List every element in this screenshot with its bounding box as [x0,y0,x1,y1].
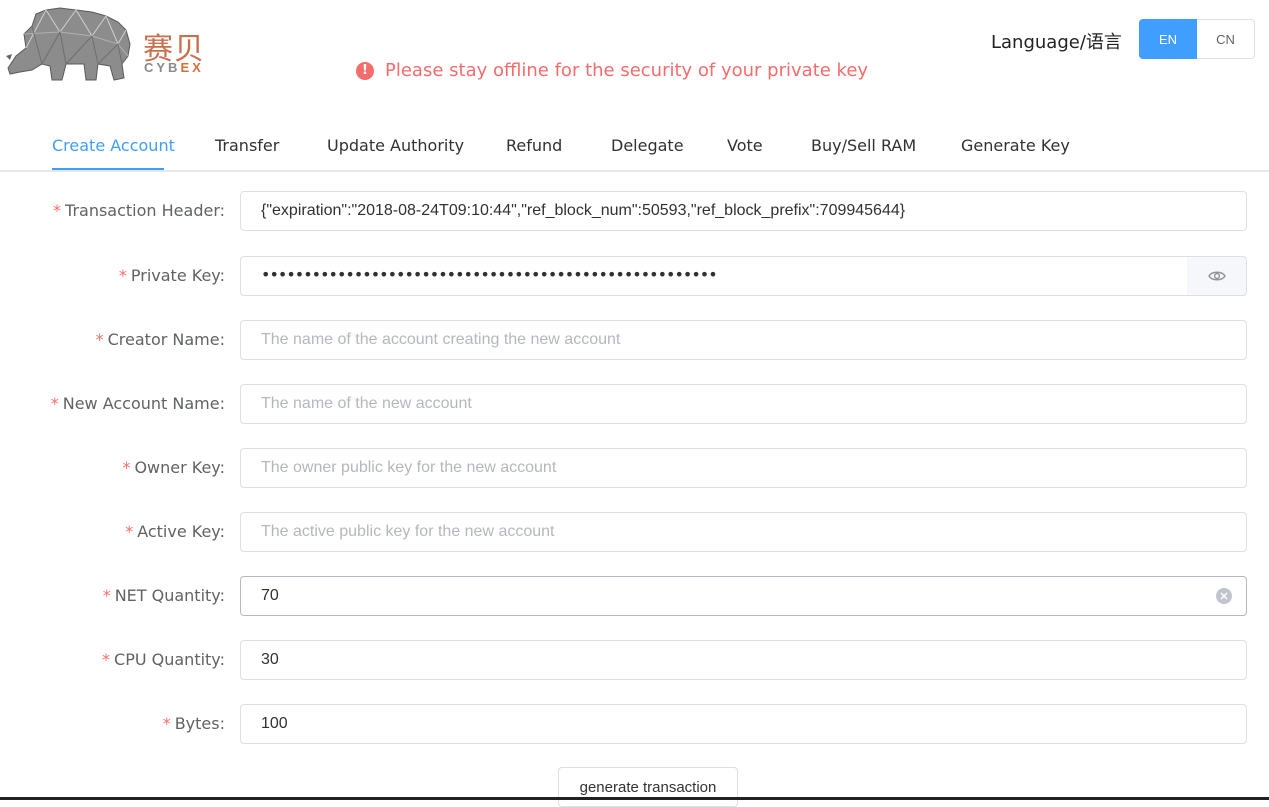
transaction-header-label: * Transaction Header: [53,201,225,220]
cybex-logo: 赛贝 CYBEX [6,4,216,86]
form-row-creator-name: * Creator Name: The name of the account c… [0,320,1269,360]
form-row-transaction-header: * Transaction Header: {"expiration":"2018… [0,191,1269,231]
cpu-quantity-input[interactable]: 30 [240,640,1247,680]
generate-transaction-button[interactable]: generate transaction [558,767,738,807]
form-row-new-account-name: * New Account Name: The name of the new a… [0,384,1269,424]
lang-en-button[interactable]: EN [1139,19,1197,59]
toggle-visibility-button[interactable] [1187,256,1247,296]
form-row-owner-key: * Owner Key: The owner public key for the… [0,448,1269,488]
language-switch: EN CN [1139,19,1255,59]
form-row-cpu-quantity: * CPU Quantity: 30 [0,640,1269,680]
exclamation-circle-icon: ! [356,61,374,80]
new-account-name-input[interactable]: The name of the new account [240,384,1247,424]
tab-generate-key[interactable]: Generate Key [961,136,1070,155]
active-tab-indicator [52,168,164,170]
language-label: Language/语言 [991,32,1122,53]
offline-warning-text: Please stay offline for the security of … [385,60,869,81]
net-quantity-input[interactable]: 70 [240,576,1247,616]
tab-transfer[interactable]: Transfer [215,136,279,155]
form-row-active-key: * Active Key: The active public key for t… [0,512,1269,552]
bytes-label: * Bytes: [162,714,225,733]
tab-vote[interactable]: Vote [727,136,763,155]
eye-icon [1207,271,1226,281]
lang-cn-button[interactable]: CN [1197,19,1255,59]
transaction-header-value: {"expiration":"2018-08-24T09:10:44","ref… [261,202,906,219]
creator-name-input[interactable]: The name of the account creating the new… [240,320,1247,360]
owner-key-label: * Owner Key: [122,458,225,477]
private-key-input[interactable]: ••••••••••••••••••••••••••••••••••••••••… [240,256,1188,296]
offline-warning: ! Please stay offline for the security o… [356,60,868,81]
tab-create-account[interactable]: Create Account [52,136,175,155]
bytes-input[interactable]: 100 [240,704,1247,744]
owner-key-placeholder: The owner public key for the new account [261,459,557,476]
creator-name-label: * Creator Name: [95,330,225,349]
net-quantity-label: * NET Quantity: [102,586,225,605]
creator-name-placeholder: The name of the account creating the new… [261,331,621,348]
tab-refund[interactable]: Refund [506,136,562,155]
cpu-quantity-label: * CPU Quantity: [102,650,225,669]
active-key-label: * Active Key: [125,522,225,541]
tab-delegate[interactable]: Delegate [611,136,684,155]
net-quantity-value: 70 [261,587,279,604]
tab-bar: Create Account Transfer Update Authority… [0,124,1269,172]
tab-update-authority[interactable]: Update Authority [327,136,464,155]
active-key-input[interactable]: The active public key for the new accoun… [240,512,1247,552]
transaction-header-input[interactable]: {"expiration":"2018-08-24T09:10:44","ref… [240,191,1247,231]
new-account-name-placeholder: The name of the new account [261,395,472,412]
private-key-value: ••••••••••••••••••••••••••••••••••••••••… [261,265,718,284]
cpu-quantity-value: 30 [261,651,279,668]
owner-key-input[interactable]: The owner public key for the new account [240,448,1247,488]
private-key-label: * Private Key: [118,266,225,285]
form-row-bytes: * Bytes: 100 [0,704,1269,744]
form-row-private-key: * Private Key: ••••••••••••••••••••••••••… [0,256,1269,296]
new-account-name-label: * New Account Name: [50,394,225,413]
rhino-logo-icon [6,7,131,81]
logo-text-en: CYBEX [144,60,204,75]
tab-buy-sell-ram[interactable]: Buy/Sell RAM [811,136,916,155]
form-row-net-quantity: * NET Quantity: 70 [0,576,1269,616]
clear-icon[interactable] [1216,588,1232,604]
active-key-placeholder: The active public key for the new accoun… [261,523,555,540]
bytes-value: 100 [261,715,288,732]
